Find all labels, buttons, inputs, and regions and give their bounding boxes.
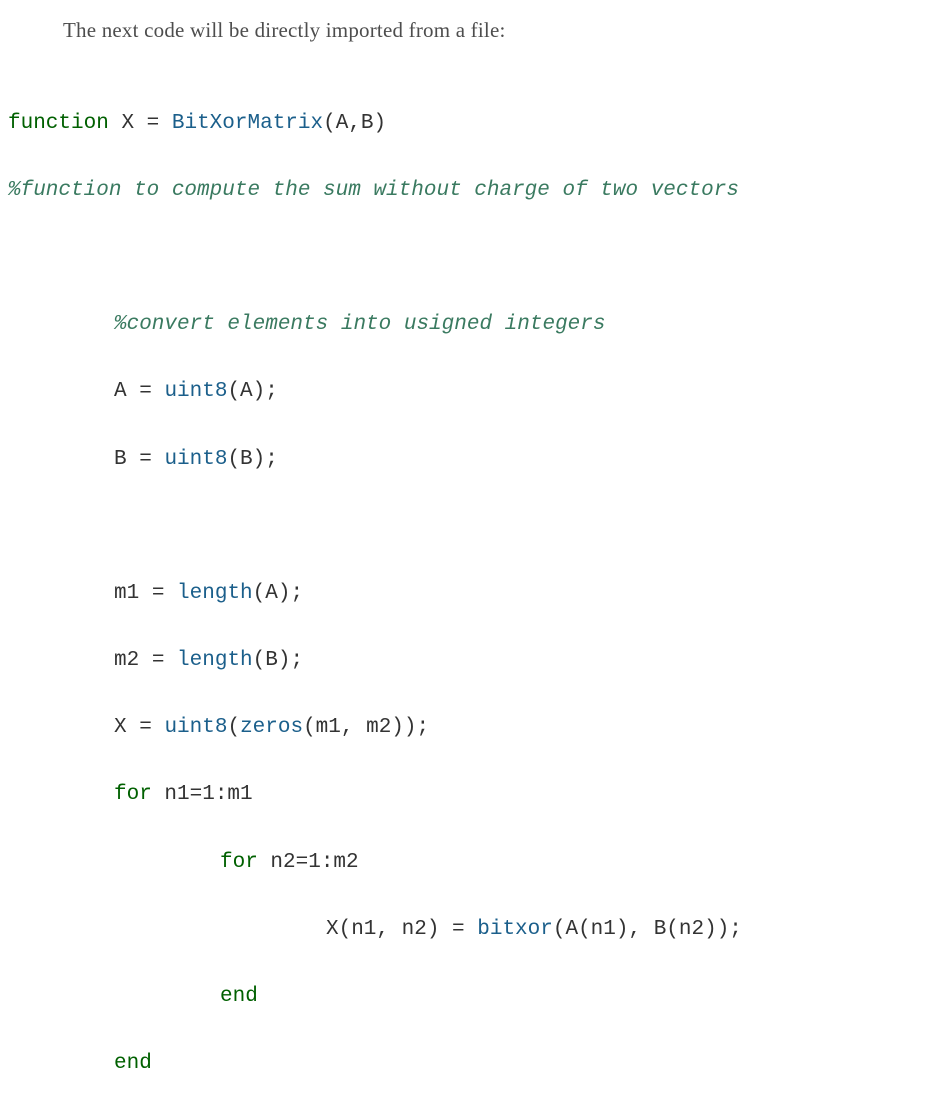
builtin-uint8: uint8 [164, 380, 227, 403]
equals: = [147, 112, 160, 135]
loop-expr: n1=1:m1 [164, 783, 252, 806]
blank-line [8, 510, 936, 544]
equals: = [139, 380, 152, 403]
code-line-2: %function to compute the sum without cha… [8, 174, 936, 208]
keyword-for: for [114, 783, 152, 806]
builtin-length: length [177, 582, 253, 605]
args: (B); [227, 448, 277, 471]
lhs-var: m1 [114, 582, 139, 605]
equals: = [152, 582, 165, 605]
blank-line [8, 241, 936, 275]
builtin-length: length [177, 649, 253, 672]
lhs-var: B [114, 448, 127, 471]
code-line-15: end [8, 1047, 936, 1081]
builtin-uint8: uint8 [164, 448, 227, 471]
equals: = [139, 448, 152, 471]
args: (B); [253, 649, 303, 672]
code-line-4: %convert elements into usigned integers [8, 308, 936, 342]
builtin-bitxor: bitxor [477, 918, 553, 941]
keyword-end: end [220, 985, 258, 1008]
code-line-13: X(n1, n2) = bitxor(A(n1), B(n2)); [8, 913, 936, 947]
args: (A); [253, 582, 303, 605]
equals: = [139, 716, 152, 739]
code-line-14: end [8, 980, 936, 1014]
builtin-zeros: zeros [240, 716, 303, 739]
comment: %convert elements into usigned integers [114, 313, 605, 336]
lhs-var: m2 [114, 649, 139, 672]
loop-expr: n2=1:m2 [270, 851, 358, 874]
args: (A,B) [323, 112, 386, 135]
intro-text: The next code will be directly imported … [8, 18, 936, 43]
builtin-uint8: uint8 [164, 716, 227, 739]
function-name: BitXorMatrix [172, 112, 323, 135]
keyword-end: end [114, 1052, 152, 1075]
lhs-var: A [114, 380, 127, 403]
keyword-function: function [8, 112, 109, 135]
code-line-6: B = uint8(B); [8, 443, 936, 477]
code-line-5: A = uint8(A); [8, 375, 936, 409]
code-line-12: for n2=1:m2 [8, 846, 936, 880]
args: (m1, m2)); [303, 716, 429, 739]
comment: %function to compute the sum without cha… [8, 179, 739, 202]
lhs-var: X [114, 716, 127, 739]
lhs-var: X(n1, n2) [326, 918, 439, 941]
open-paren: ( [227, 716, 240, 739]
code-line-1: function X = BitXorMatrix(A,B) [8, 107, 936, 141]
equals: = [452, 918, 465, 941]
code-line-10: X = uint8(zeros(m1, m2)); [8, 711, 936, 745]
keyword-for: for [220, 851, 258, 874]
code-line-8: m1 = length(A); [8, 577, 936, 611]
code-line-11: for n1=1:m1 [8, 778, 936, 812]
code-block: function X = BitXorMatrix(A,B) %function… [8, 73, 936, 1114]
code-line-9: m2 = length(B); [8, 644, 936, 678]
equals: = [152, 649, 165, 672]
lhs-var: X [121, 112, 134, 135]
args: (A); [227, 380, 277, 403]
args: (A(n1), B(n2)); [553, 918, 742, 941]
